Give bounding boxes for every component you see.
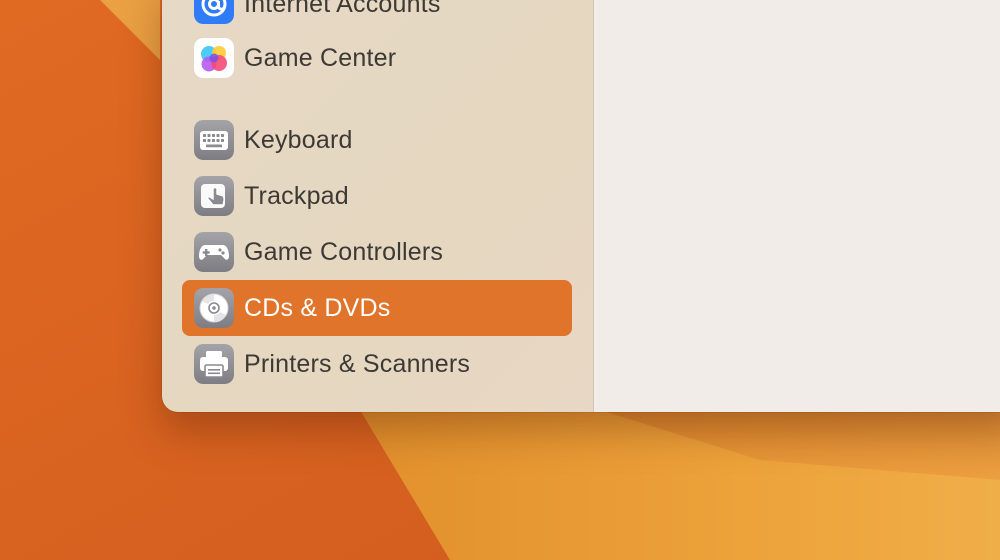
sidebar-item-label: CDs & DVDs [244, 294, 391, 322]
disc-icon [194, 288, 234, 328]
sidebar-item-label: Keyboard [244, 126, 353, 154]
sidebar-item-game-center[interactable]: Game Center [182, 30, 572, 86]
sidebar-item-label: Game Controllers [244, 238, 444, 266]
sidebar-item-printers-scanners[interactable]: Printers & Scanners [182, 336, 572, 392]
game-controller-icon [194, 232, 234, 272]
trackpad-icon [194, 176, 234, 216]
sidebar-item-label: Trackpad [244, 182, 349, 210]
system-settings-window: Internet Accounts Game Center Keyboard T… [162, 0, 1000, 412]
sidebar-item-cds-dvds[interactable]: CDs & DVDs [182, 280, 572, 336]
sidebar-item-internet-accounts[interactable]: Internet Accounts [182, 0, 572, 32]
settings-content-pane [594, 0, 1000, 412]
keyboard-icon [194, 120, 234, 160]
game-center-icon [194, 38, 234, 78]
sidebar-item-label: Printers & Scanners [244, 350, 471, 378]
sidebar-item-keyboard[interactable]: Keyboard [182, 112, 572, 168]
sidebar: Internet Accounts Game Center Keyboard T… [162, 0, 594, 412]
sidebar-item-label: Game Center [244, 44, 397, 72]
printer-icon [194, 344, 234, 384]
sidebar-item-game-controllers[interactable]: Game Controllers [182, 224, 572, 280]
sidebar-item-label: Internet Accounts [244, 0, 441, 18]
sidebar-item-trackpad[interactable]: Trackpad [182, 168, 572, 224]
at-sign-icon [194, 0, 234, 24]
